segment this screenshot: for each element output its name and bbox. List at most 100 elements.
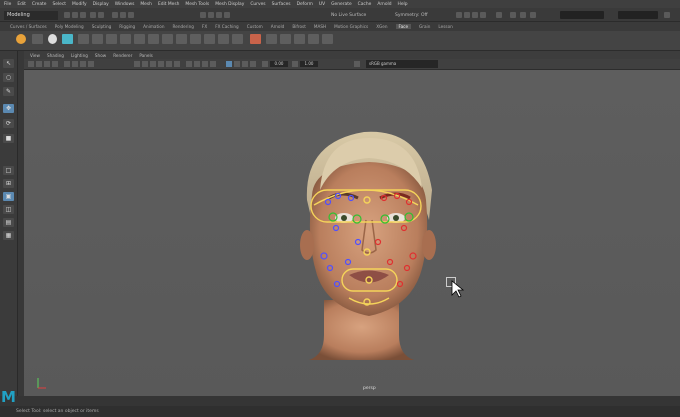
save-scene-icon[interactable]	[80, 12, 86, 18]
xray-components-icon[interactable]	[250, 61, 256, 67]
open-scene-icon[interactable]	[72, 12, 78, 18]
shelf-button-5-icon[interactable]	[134, 34, 145, 44]
shelf-tab-custom[interactable]: Custom	[247, 24, 263, 29]
menu-deform[interactable]: Deform	[297, 2, 313, 7]
menu-uv[interactable]: UV	[319, 2, 325, 7]
shelf-button-12-icon[interactable]	[232, 34, 243, 44]
ipr-render-icon[interactable]	[464, 12, 470, 18]
new-scene-icon[interactable]	[64, 12, 70, 18]
shelf-button-17-icon[interactable]	[308, 34, 319, 44]
bookmark-icon[interactable]	[44, 61, 50, 67]
layout-four-icon[interactable]: ⊞	[3, 179, 14, 188]
image-plane-icon[interactable]	[52, 61, 58, 67]
shelf-tab-face[interactable]: Face	[395, 24, 412, 29]
shadows-icon[interactable]	[174, 61, 180, 67]
shelf-tab-grain[interactable]: Grain	[419, 24, 430, 29]
shelf-button-16-icon[interactable]	[294, 34, 305, 44]
shelf-tab-rigging[interactable]: Rigging	[119, 24, 135, 29]
perspective-viewport[interactable]: persp	[24, 70, 680, 396]
shelf-tab-xgen[interactable]: XGen	[376, 24, 387, 29]
shelf-tab-mash[interactable]: MASH	[314, 24, 326, 29]
snap-view-icon[interactable]	[224, 12, 230, 18]
camera-select-icon[interactable]	[28, 61, 34, 67]
sign-in-icon[interactable]	[664, 12, 670, 18]
shelf-tab-poly-modeling[interactable]: Poly Modeling	[55, 24, 84, 29]
shelf-tab-fx[interactable]: FX	[202, 24, 207, 29]
color-space-dropdown[interactable]: sRGB gamma	[366, 60, 438, 68]
layout-outliner-icon[interactable]: ▤	[3, 218, 14, 227]
gate-mask-icon[interactable]	[88, 61, 94, 67]
menu-generate[interactable]: Generate	[331, 2, 352, 7]
snap-grid-icon[interactable]	[200, 12, 206, 18]
menu-help[interactable]: Help	[398, 2, 408, 7]
shelf-button-2-icon[interactable]	[92, 34, 103, 44]
menu-modify[interactable]: Modify	[72, 2, 87, 7]
motion-blur-icon[interactable]	[194, 61, 200, 67]
undo-icon[interactable]	[90, 12, 96, 18]
wireframe-icon[interactable]	[134, 61, 140, 67]
menu-mesh-display[interactable]: Mesh Display	[215, 2, 244, 7]
shelf-button-9-icon[interactable]	[190, 34, 201, 44]
menu-display[interactable]: Display	[93, 2, 109, 7]
menu-create[interactable]: Create	[32, 2, 47, 7]
film-gate-icon[interactable]	[72, 61, 78, 67]
joint-tool-icon[interactable]	[32, 34, 43, 44]
select-hierarchy-icon[interactable]	[112, 12, 118, 18]
face-rig-icon[interactable]	[48, 34, 57, 44]
shelf-tab-rendering[interactable]: Rendering	[173, 24, 194, 29]
shelf-tab-fx-caching[interactable]: FX Caching	[215, 24, 239, 29]
arnold-render-icon[interactable]	[496, 12, 502, 18]
select-tool-icon[interactable]: ↖	[3, 59, 14, 68]
shelf-tab-motion-graphics[interactable]: Motion Graphics	[334, 24, 368, 29]
shelf-button-14-icon[interactable]	[266, 34, 277, 44]
redo-icon[interactable]	[98, 12, 104, 18]
select-component-icon[interactable]	[128, 12, 134, 18]
menu-edit-mesh[interactable]: Edit Mesh	[158, 2, 179, 7]
shelf-button-13-icon[interactable]	[250, 34, 261, 44]
camera-attributes-icon[interactable]	[36, 61, 42, 67]
gamma-field[interactable]: 1.00	[300, 61, 318, 67]
layout-persp-icon[interactable]: ▣	[3, 192, 14, 201]
scale-tool-icon[interactable]: ■	[3, 134, 14, 143]
shelf-button-10-icon[interactable]	[204, 34, 215, 44]
shelf-button-11-icon[interactable]	[218, 34, 229, 44]
textured-icon[interactable]	[158, 61, 164, 67]
shelf-button-8-icon[interactable]	[176, 34, 187, 44]
xray-joints-icon[interactable]	[242, 61, 248, 67]
move-tool-icon[interactable]: ✥	[3, 104, 14, 113]
command-line[interactable]	[0, 396, 680, 406]
workspace-selector[interactable]: Modeling	[4, 11, 58, 20]
shelf-button-6-icon[interactable]	[148, 34, 159, 44]
hypershade-icon[interactable]	[480, 12, 486, 18]
menu-cache[interactable]: Cache	[358, 2, 372, 7]
menu-curves[interactable]: Curves	[250, 2, 265, 7]
wireframe-on-shaded-icon[interactable]	[150, 61, 156, 67]
shelf-button-1-icon[interactable]	[78, 34, 89, 44]
shelf-tab-sculpting[interactable]: Sculpting	[92, 24, 112, 29]
snap-curve-icon[interactable]	[208, 12, 214, 18]
sphere-light-icon[interactable]	[16, 34, 26, 44]
layout-single-icon[interactable]: □	[3, 166, 14, 175]
depth-of-field-icon[interactable]	[210, 61, 216, 67]
shelf-tab-arnold[interactable]: Arnold	[271, 24, 285, 29]
live-surface-label[interactable]: No Live Surface	[331, 11, 381, 20]
exposure-field[interactable]: 0.00	[270, 61, 288, 67]
shelf-tab-bifrost[interactable]: Bifrost	[292, 24, 306, 29]
resolution-gate-icon[interactable]	[80, 61, 86, 67]
menu-mesh[interactable]: Mesh	[140, 2, 152, 7]
viewport-menu-panels[interactable]: Panels	[139, 53, 152, 58]
viewport-menu-shading[interactable]: Shading	[47, 53, 64, 58]
relative-input-field[interactable]	[618, 11, 658, 19]
shelf-tab-curves-surfaces[interactable]: Curves / Surfaces	[10, 24, 47, 29]
use-all-lights-icon[interactable]	[166, 61, 172, 67]
shelf-button-4-icon[interactable]	[120, 34, 131, 44]
isolate-select-icon[interactable]	[226, 61, 232, 67]
shelf-button-18-icon[interactable]	[322, 34, 333, 44]
shelf-tab-lesson[interactable]: Lesson	[438, 24, 452, 29]
rotate-tool-icon[interactable]: ⟳	[3, 119, 14, 128]
grid-toggle-icon[interactable]	[64, 61, 70, 67]
menu-windows[interactable]: Windows	[115, 2, 135, 7]
paint-select-icon[interactable]: ✎	[3, 87, 14, 96]
shelf-button-7-icon[interactable]	[162, 34, 173, 44]
viewport-menu-show[interactable]: Show	[95, 53, 106, 58]
